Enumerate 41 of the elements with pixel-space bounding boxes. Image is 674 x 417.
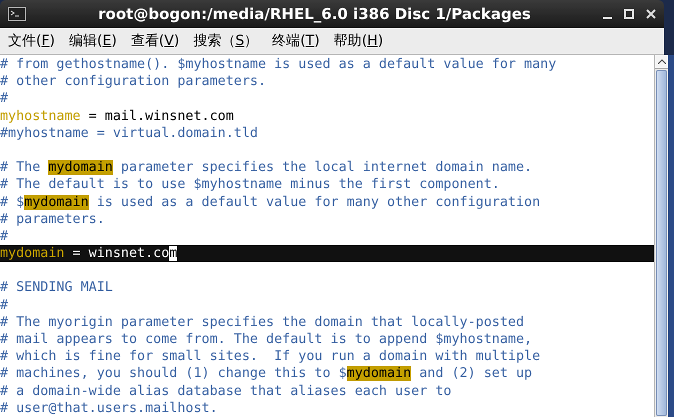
comment-text: # machines, you should (1) change this to $ — [0, 366, 347, 382]
comment-text: # — [0, 91, 8, 106]
comment-text: # parameters. — [0, 212, 105, 227]
close-icon[interactable] — [646, 9, 656, 19]
cursor-character: m — [169, 246, 178, 262]
comment-text: #myhostname = virtual.domain.tld — [0, 126, 258, 141]
comment-text: # SENDING MAIL — [0, 280, 113, 296]
setting-name: mydomain — [0, 246, 64, 262]
scroll-up-button[interactable] — [655, 55, 668, 69]
menu-item[interactable]: 终端(T) — [272, 30, 320, 52]
comment-text: and (2) set up — [418, 366, 532, 382]
comment-text: # user@that.users.mailhost. — [0, 400, 218, 416]
scrollbar[interactable] — [654, 55, 668, 417]
comment-text: # other configuration parameters. — [0, 74, 266, 90]
menu-item[interactable]: 帮助(H) — [334, 30, 384, 52]
search-match: mydomain — [346, 366, 412, 382]
comment-text: # which is fine for small sites. If you run a domain with multiple — [0, 349, 540, 364]
scrollbar-thumb[interactable] — [656, 70, 667, 416]
comment-text: # a domain-wide alias database that aliases each user to — [0, 384, 452, 399]
setting-name: myhostname — [0, 108, 81, 124]
comment-text: # — [0, 228, 8, 244]
menu-item[interactable]: 文件(F) — [8, 30, 55, 52]
comment-text: # mail appears to come from. The default is to append $myhostname, — [0, 332, 532, 347]
code-text: = mail.winsnet.com — [88, 108, 234, 124]
comment-text: # — [0, 298, 8, 313]
search-match: mydomain — [48, 160, 113, 176]
window-title: root@bogon:/media/RHEL_6.0 i386 Disc 1/Packages — [97, 4, 532, 25]
comment-text: # The — [0, 160, 42, 176]
menu-item[interactable]: 查看(V) — [130, 30, 180, 52]
comment-text: # $ — [0, 194, 24, 210]
menu-item[interactable]: 编辑(E) — [69, 30, 117, 52]
code-text: = winsnet.co — [72, 246, 170, 262]
menu-item[interactable]: 搜索（S） — [193, 30, 258, 52]
comment-text: # from gethostname(). $myhostname is used as a default value for many — [0, 57, 556, 72]
comment-text: parameter specifies the local internet domain name. — [120, 160, 532, 176]
comment-text: # The default is to use $myhostname minus the first component. — [0, 177, 500, 192]
search-match: mydomain — [24, 194, 89, 210]
comment-text: # The myorigin parameter specifies the domain that locally-posted — [0, 314, 524, 330]
maximize-icon[interactable] — [624, 9, 634, 19]
comment-text: is used as a default value for many other configuration — [96, 194, 540, 210]
terminal-icon — [8, 7, 26, 21]
